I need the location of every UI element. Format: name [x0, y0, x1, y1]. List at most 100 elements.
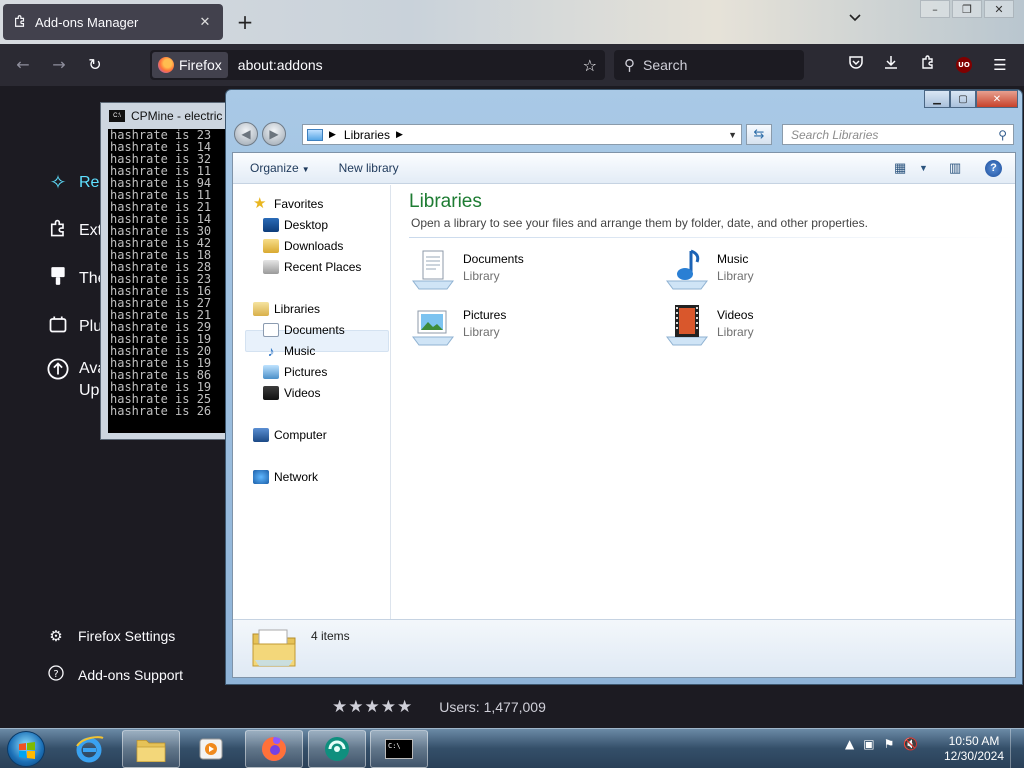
navigation-pane: ★ Favorites Desktop Downloads Recent Pla… — [233, 185, 391, 619]
new-tab-button[interactable]: + — [234, 10, 256, 34]
library-name: Videos — [717, 308, 754, 322]
item-count: 4 items — [311, 629, 350, 643]
chevron-down-icon[interactable]: ▼ — [728, 130, 737, 140]
new-library-button[interactable]: New library — [339, 161, 399, 175]
category-recommendations[interactable]: ✧ Rec — [46, 170, 108, 195]
taskbar-cmd[interactable]: C:\ — [370, 730, 428, 768]
cmd-titlebar[interactable]: C:\ CPMine - electric — [101, 103, 229, 128]
back-button[interactable]: ← — [12, 54, 34, 76]
show-hidden-icons-button[interactable]: ▲ — [845, 737, 854, 751]
category-themes[interactable]: The — [46, 266, 107, 292]
addons-support-label: Add-ons Support — [78, 667, 184, 683]
category-extensions[interactable]: Ext — [46, 218, 102, 244]
category-available-updates[interactable]: Ava Up — [46, 358, 106, 402]
action-center-flag-icon[interactable]: ⚑ — [884, 737, 895, 751]
forward-button[interactable]: ▶ — [262, 122, 286, 146]
firefox-logo-icon — [158, 57, 174, 73]
url-text[interactable]: about:addons — [238, 57, 583, 73]
nav-downloads[interactable]: Downloads — [263, 236, 343, 256]
volume-muted-icon[interactable]: 🔇 — [903, 737, 918, 751]
search-icon: ⚲ — [998, 127, 1007, 142]
cmd-window[interactable]: C:\ CPMine - electric hashrate is 23 hash… — [100, 102, 230, 440]
view-options-dropdown[interactable]: ▼ — [919, 163, 928, 173]
tab-addons-manager[interactable]: Add-ons Manager ✕ — [3, 4, 223, 40]
command-bar: Organize ▼ New library ▦ ▼ ▥ ? — [233, 153, 1015, 184]
bookmark-star-icon[interactable]: ☆ — [583, 56, 597, 75]
taskbar-firefox[interactable] — [245, 730, 303, 768]
change-view-icon[interactable]: ▦ — [894, 160, 906, 176]
forward-button[interactable]: → — [48, 54, 70, 76]
help-icon[interactable]: ? — [985, 160, 1002, 177]
pictures-icon — [263, 365, 279, 379]
nav-pictures[interactable]: Pictures — [263, 362, 327, 382]
breadcrumb-arrow-icon[interactable]: ▶ — [396, 129, 403, 140]
app-icon — [325, 737, 349, 761]
addon-meta: ★★★★★ Users: 1,477,009 — [332, 697, 546, 717]
preview-pane-icon[interactable]: ▥ — [949, 160, 961, 176]
search-placeholder: Search — [643, 57, 688, 73]
libraries-folder-icon — [253, 302, 269, 316]
library-type: Library — [717, 269, 754, 283]
refresh-button[interactable]: ⇆ — [746, 124, 772, 145]
downloads-icon[interactable] — [880, 54, 902, 76]
nav-documents[interactable]: Documents — [263, 320, 345, 340]
reload-button[interactable]: ↻ — [84, 54, 106, 76]
page-title: Libraries — [409, 191, 482, 212]
list-all-tabs-button[interactable] — [848, 12, 862, 26]
nav-network[interactable]: Network — [253, 467, 318, 487]
explorer-window[interactable]: ▁ ▢ ✕ ◀ ▶ ▶ Libraries ▶ ▼ ⇆ Search Libra… — [225, 89, 1023, 685]
library-item-documents[interactable]: Documents Library — [409, 247, 524, 291]
star-icon: ★ — [348, 697, 365, 716]
computer-icon — [253, 428, 269, 442]
category-plugins[interactable]: Plu — [46, 314, 102, 340]
hamburger-menu-icon[interactable]: ☰ — [989, 54, 1011, 76]
addons-support-link[interactable]: ? Add-ons Support — [46, 665, 183, 685]
ublock-origin-icon[interactable]: UO — [956, 57, 972, 73]
search-bar[interactable]: ⚲ Search — [614, 50, 804, 80]
tab-close-icon[interactable]: ✕ — [197, 15, 213, 30]
close-button[interactable]: ✕ — [976, 90, 1018, 108]
rating-stars: ★★★★★ — [332, 697, 413, 717]
taskbar-media-player[interactable] — [182, 730, 240, 768]
taskbar-clock[interactable]: 10:50 AM 12/30/2024 — [943, 734, 1005, 764]
firefox-settings-label: Firefox Settings — [78, 628, 176, 644]
maximize-button[interactable]: ▢ — [950, 90, 976, 108]
identity-box[interactable]: Firefox — [152, 52, 228, 78]
library-item-music[interactable]: Music Library — [663, 247, 754, 291]
taskbar-explorer[interactable] — [122, 730, 180, 768]
organize-button[interactable]: Organize ▼ — [250, 161, 310, 175]
documents-icon — [263, 323, 279, 337]
search-libraries-input[interactable]: Search Libraries ⚲ — [782, 124, 1014, 145]
address-box[interactable]: ▶ Libraries ▶ ▼ — [302, 124, 742, 145]
close-button[interactable]: ✕ — [984, 0, 1014, 18]
breadcrumb-libraries[interactable]: Libraries — [344, 128, 390, 142]
back-button[interactable]: ◀ — [234, 122, 258, 146]
nav-favorites[interactable]: ★ Favorites — [253, 194, 323, 214]
maximize-button[interactable]: ❐ — [952, 0, 982, 18]
minimize-button[interactable]: – — [920, 0, 950, 18]
taskbar-cpmine-app[interactable] — [308, 730, 366, 768]
nav-desktop[interactable]: Desktop — [263, 215, 328, 235]
library-item-pictures[interactable]: Pictures Library — [409, 303, 506, 347]
taskbar-internet-explorer[interactable] — [60, 730, 118, 768]
nav-computer[interactable]: Computer — [253, 425, 327, 445]
show-desktop-button[interactable] — [1010, 729, 1024, 768]
pocket-icon[interactable] — [845, 54, 867, 76]
videos-library-icon — [663, 303, 711, 347]
cmd-icon: C:\ — [109, 109, 125, 122]
nav-recent-places[interactable]: Recent Places — [263, 257, 361, 277]
upload-arrow-icon — [46, 358, 70, 386]
extensions-puzzle-icon[interactable] — [917, 54, 939, 76]
cmd-icon: C:\ — [385, 739, 413, 759]
minimize-button[interactable]: ▁ — [924, 90, 950, 108]
library-item-videos[interactable]: Videos Library — [663, 303, 754, 347]
firefox-settings-link[interactable]: ⚙ Firefox Settings — [46, 627, 175, 645]
start-button[interactable] — [7, 731, 45, 767]
url-bar[interactable]: Firefox about:addons ☆ — [150, 50, 605, 80]
nav-music[interactable]: ♪ Music — [263, 341, 316, 361]
network-tray-icon[interactable]: ▣ — [863, 737, 874, 751]
nav-videos[interactable]: Videos — [263, 383, 320, 403]
divider — [409, 237, 1015, 238]
documents-library-icon — [409, 247, 457, 291]
nav-libraries[interactable]: Libraries — [253, 299, 320, 319]
